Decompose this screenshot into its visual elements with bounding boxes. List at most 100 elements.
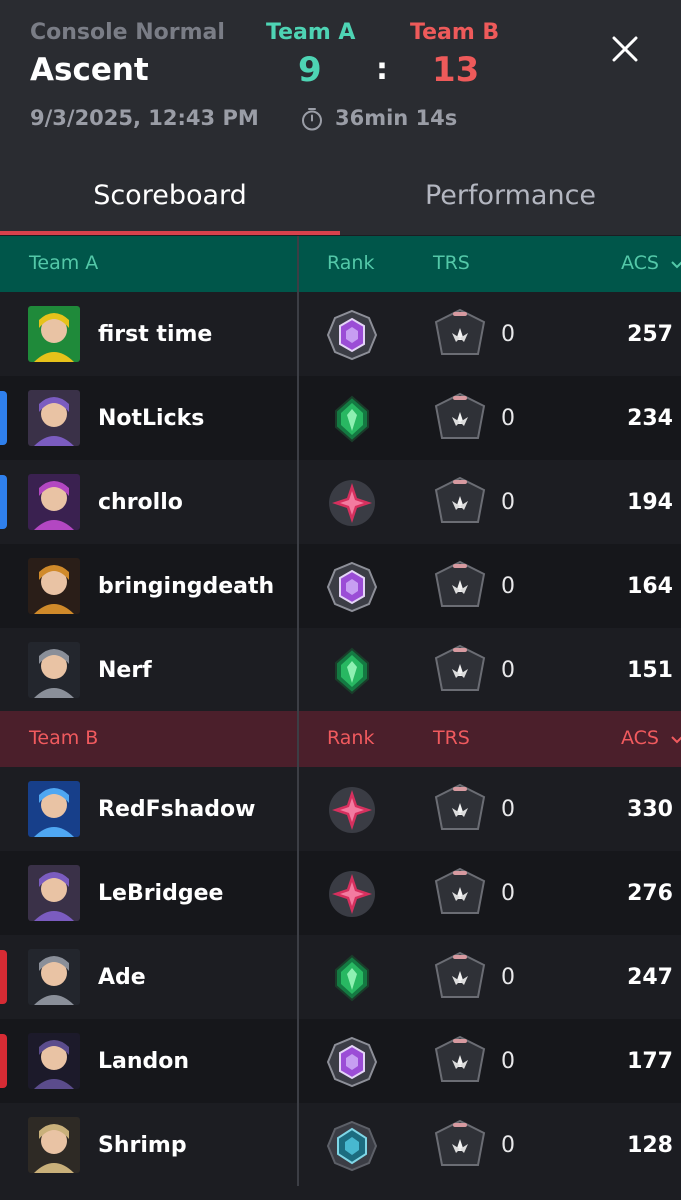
team-a-label: Team A [266, 20, 356, 45]
player-name[interactable]: RedFshadow [98, 797, 255, 822]
green-rank-icon [326, 952, 378, 1004]
player-name[interactable]: first time [98, 322, 212, 347]
team-a-score: 9 [298, 50, 322, 90]
acs-value: 177 [627, 1049, 673, 1074]
chevron-down-icon[interactable] [671, 731, 681, 751]
team-b-header-name: Team B [29, 727, 99, 749]
tab-performance[interactable]: Performance [340, 180, 681, 211]
player-name[interactable]: Shrimp [98, 1133, 187, 1158]
pink-rank-icon [326, 868, 378, 920]
pink-rank-icon [326, 477, 378, 529]
match-header: Console Normal Ascent 9/3/2025, 12:43 PM… [0, 0, 681, 235]
player-row[interactable]: first time 0 257 [0, 292, 681, 376]
team-b-header: Team B Rank TRS ACS [0, 711, 681, 767]
player-row[interactable]: RedFshadow 0 330 [0, 767, 681, 851]
green-rank-icon [326, 645, 378, 697]
map-name: Ascent [30, 52, 149, 88]
agent-avatar [28, 865, 80, 921]
party-indicator [0, 1034, 7, 1088]
score-separator: : [376, 52, 388, 87]
trs-rank-icon [432, 476, 488, 530]
agent-avatar [28, 1117, 80, 1173]
player-row[interactable]: Shrimp 0 128 [0, 1103, 681, 1187]
trs-value: 0 [501, 965, 515, 990]
game-mode: Console Normal [30, 20, 225, 45]
trs-value: 0 [501, 490, 515, 515]
player-name[interactable]: bringingdeath [98, 574, 274, 599]
tab-scoreboard[interactable]: Scoreboard [0, 180, 340, 211]
trs-rank-icon [432, 560, 488, 614]
player-row[interactable]: Nerf 0 151 [0, 628, 681, 712]
trs-rank-icon [432, 1035, 488, 1089]
player-name[interactable]: NotLicks [98, 406, 204, 431]
acs-value: 164 [627, 574, 673, 599]
player-row[interactable]: NotLicks 0 234 [0, 376, 681, 460]
rank-column-header[interactable]: Rank [327, 727, 374, 749]
trs-rank-icon [432, 783, 488, 837]
purple-rank-icon [326, 1036, 378, 1088]
acs-value: 276 [627, 881, 673, 906]
trs-rank-icon [432, 951, 488, 1005]
pink-rank-icon [326, 784, 378, 836]
acs-value: 128 [627, 1133, 673, 1158]
acs-value: 151 [627, 658, 673, 683]
player-row[interactable]: chrollo 0 194 [0, 460, 681, 544]
player-name[interactable]: LeBridgee [98, 881, 223, 906]
trs-value: 0 [501, 406, 515, 431]
team-b-score: 13 [432, 50, 480, 90]
team-a-header-name: Team A [29, 252, 99, 274]
party-indicator [0, 475, 7, 529]
rank-column-header[interactable]: Rank [327, 252, 374, 274]
acs-value: 194 [627, 490, 673, 515]
player-row[interactable]: Ade 0 247 [0, 935, 681, 1019]
trs-value: 0 [501, 574, 515, 599]
active-tab-indicator [0, 231, 340, 235]
trs-rank-icon [432, 1119, 488, 1173]
agent-avatar [28, 1033, 80, 1089]
player-row[interactable]: LeBridgee 0 276 [0, 851, 681, 935]
party-indicator [0, 391, 7, 445]
agent-avatar [28, 642, 80, 698]
team-a-header: Team A Rank TRS ACS [0, 236, 681, 292]
green-rank-icon [326, 393, 378, 445]
agent-avatar [28, 474, 80, 530]
match-duration: 36min 14s [335, 106, 458, 130]
party-indicator [0, 950, 7, 1004]
trs-value: 0 [501, 881, 515, 906]
agent-avatar [28, 306, 80, 362]
trs-rank-icon [432, 392, 488, 446]
acs-value: 330 [627, 797, 673, 822]
trs-rank-icon [432, 644, 488, 698]
player-name[interactable]: chrollo [98, 490, 183, 515]
player-name[interactable]: Nerf [98, 658, 152, 683]
trs-rank-icon [432, 308, 488, 362]
acs-column-header[interactable]: ACS [621, 727, 659, 749]
player-row[interactable]: bringingdeath 0 164 [0, 544, 681, 628]
acs-value: 234 [627, 406, 673, 431]
player-row[interactable]: Landon 0 177 [0, 1019, 681, 1103]
agent-avatar [28, 781, 80, 837]
match-datetime: 9/3/2025, 12:43 PM [30, 106, 259, 130]
player-name[interactable]: Ade [98, 965, 146, 990]
acs-column-header[interactable]: ACS [621, 252, 659, 274]
trs-value: 0 [501, 1049, 515, 1074]
trs-column-header[interactable]: TRS [433, 727, 470, 749]
trs-column-header[interactable]: TRS [433, 252, 470, 274]
agent-avatar [28, 390, 80, 446]
player-name[interactable]: Landon [98, 1049, 189, 1074]
agent-avatar [28, 558, 80, 614]
teal-rank-icon [326, 1120, 378, 1172]
team-b-label: Team B [410, 20, 500, 45]
trs-value: 0 [501, 658, 515, 683]
trs-rank-icon [432, 867, 488, 921]
agent-avatar [28, 949, 80, 1005]
close-icon[interactable] [608, 32, 642, 66]
chevron-down-icon[interactable] [671, 256, 681, 276]
trs-value: 0 [501, 322, 515, 347]
purple-rank-icon [326, 309, 378, 361]
column-divider [297, 236, 299, 1186]
trs-value: 0 [501, 1133, 515, 1158]
purple-rank-icon [326, 561, 378, 613]
acs-value: 247 [627, 965, 673, 990]
acs-value: 257 [627, 322, 673, 347]
